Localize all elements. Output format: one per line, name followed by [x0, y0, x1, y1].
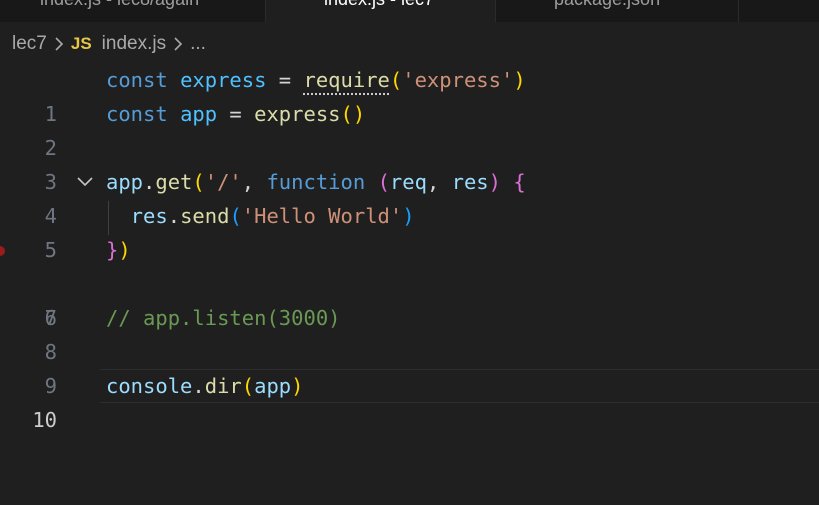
code-content: app.get('/', function (req, res) {: [106, 170, 526, 194]
code-content: const express = require('express'): [106, 68, 526, 92]
tab-bar: index.js - lec8/again index.js - lec7 pa…: [0, 0, 819, 22]
tab-label: package.json: [554, 0, 660, 9]
tab-index-js-lec8[interactable]: index.js - lec8/again: [0, 0, 266, 22]
tab-label: index.js - lec8/again: [40, 0, 199, 9]
breadcrumb-folder[interactable]: lec7: [12, 33, 47, 55]
code-line[interactable]: 2 const app = express(): [0, 97, 819, 160]
code-editor[interactable]: 1 const express = require('express') 2 c…: [0, 63, 819, 456]
code-content: const app = express(): [106, 102, 366, 126]
code-line[interactable]: 5 res.send('Hello World'): [0, 199, 819, 262]
line-number: 10: [32, 408, 57, 432]
code-line[interactable]: 9: [0, 335, 819, 398]
code-line-current[interactable]: 10 console.dir(app): [0, 369, 819, 432]
chevron-right-icon: [174, 37, 183, 51]
code-line[interactable]: 4 app.get('/', function (req, res) {: [0, 165, 819, 228]
javascript-file-icon: JS: [70, 34, 92, 53]
breakpoint-icon[interactable]: [0, 246, 5, 256]
code-line[interactable]: 1 const express = require('express'): [0, 63, 819, 126]
code-line[interactable]: 3: [0, 131, 819, 194]
code-line[interactable]: 6 }): [0, 233, 819, 330]
breadcrumb-symbols[interactable]: ...: [190, 33, 206, 55]
tab-index-js-lec7[interactable]: index.js - lec7: [266, 0, 496, 22]
code-content: res.send('Hello World'): [106, 204, 415, 228]
breadcrumb: lec7 JS index.js ...: [12, 33, 206, 55]
breadcrumb-file[interactable]: index.js: [102, 33, 166, 55]
code-content: // app.listen(3000): [106, 306, 341, 330]
code-content: console.dir(app): [106, 374, 304, 398]
tab-label: index.js - lec7: [324, 0, 434, 9]
tab-package-json[interactable]: package.json: [496, 0, 739, 22]
code-line[interactable]: 7: [0, 267, 819, 330]
code-content: }): [106, 238, 131, 262]
chevron-right-icon: [55, 37, 63, 51]
code-line[interactable]: 8 // app.listen(3000): [0, 301, 819, 364]
chevron-down-icon[interactable]: [76, 165, 94, 199]
